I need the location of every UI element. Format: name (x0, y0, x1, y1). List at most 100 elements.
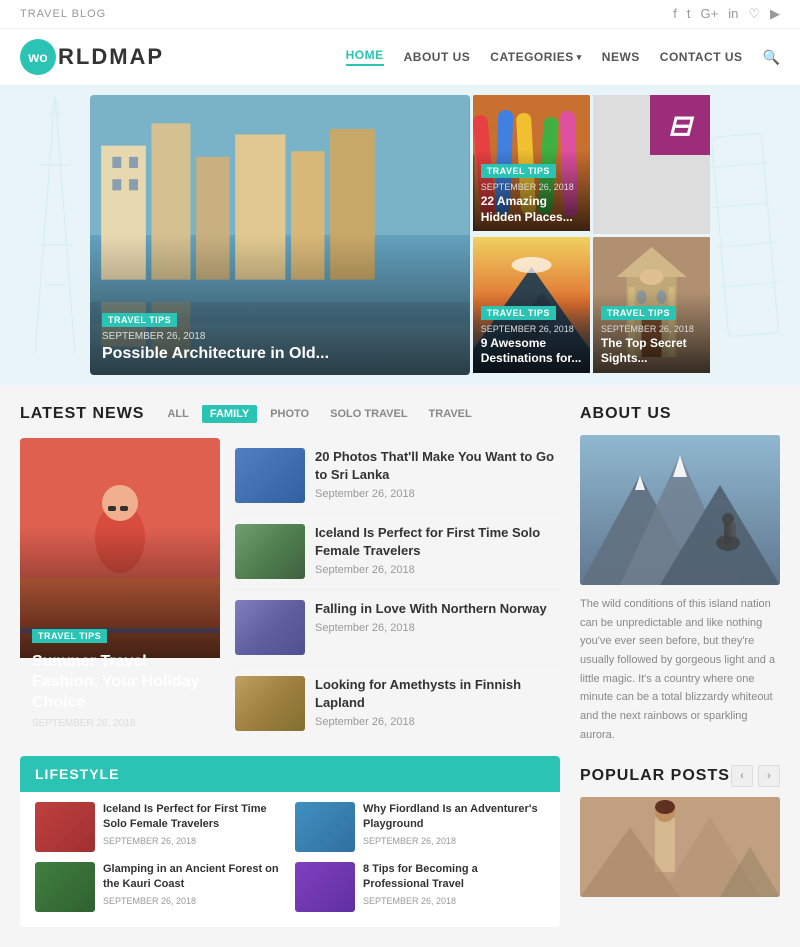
hero-small-title-2: 9 Awesome Destinations for... (481, 336, 582, 367)
news-item-date-4: September 26, 2018 (315, 716, 560, 728)
about-image (580, 435, 780, 585)
news-item-content-3: Falling in Love With Northern Norway Sep… (315, 600, 560, 634)
news-item-4[interactable]: Looking for Amethysts in Finnish Lapland… (235, 666, 560, 741)
hero-main-article[interactable]: TRAVEL TIPS SEPTEMBER 26, 2018 Possible … (90, 95, 470, 375)
hero-main-title: Possible Architecture in Old... (102, 345, 458, 363)
filter-tabs: ALL FAMILY PHOTO SOLO TRAVEL TRAVEL (159, 405, 479, 423)
news-featured-tag: TRAVEL TIPS (32, 629, 107, 643)
hero-sidebar: ⊟ (473, 95, 710, 375)
lifestyle-item-1[interactable]: Iceland Is Perfect for First Time Solo F… (35, 802, 285, 852)
news-item-1[interactable]: 20 Photos That'll Make You Want to Go to… (235, 438, 560, 514)
news-featured-date: SEPTEMBER 26, 2018 (32, 718, 208, 729)
hero-small-date-3: SEPTEMBER 26, 2018 (601, 324, 702, 334)
nav-contact[interactable]: CONTACT US (660, 50, 743, 64)
latest-news-title: LATEST NEWS (20, 405, 144, 423)
categories-arrow-icon: ▾ (577, 52, 582, 63)
news-featured-title: Summer Travel Fashion, Your Holiday Choi… (32, 652, 208, 714)
main-nav: HOME ABOUT US CATEGORIES ▾ NEWS CONTACT … (346, 48, 780, 66)
nav-about[interactable]: ABOUT US (404, 50, 471, 64)
news-item-title-1: 20 Photos That'll Make You Want to Go to… (315, 448, 560, 484)
hero-small-tag-3: TRAVEL TIPS (601, 306, 676, 320)
news-item-date-3: September 26, 2018 (315, 622, 560, 634)
filter-travel[interactable]: TRAVEL (421, 405, 480, 423)
youtube-icon[interactable]: ▶ (770, 6, 780, 22)
about-text: The wild conditions of this island natio… (580, 595, 780, 745)
lifestyle-item-date-3: SEPTEMBER 26, 2018 (103, 896, 285, 906)
filter-solo-travel[interactable]: SOLO TRAVEL (322, 405, 415, 423)
popular-next-button[interactable]: › (758, 765, 780, 787)
filter-photo[interactable]: PHOTO (262, 405, 317, 423)
news-featured-caption: TRAVEL TIPS Summer Travel Fashion, Your … (20, 614, 220, 741)
hero-small-title-3: The Top Secret Sights... (601, 336, 702, 367)
filter-all[interactable]: ALL (159, 405, 196, 423)
linkedin-icon[interactable]: in (728, 6, 738, 22)
search-icon[interactable]: 🔍 (763, 49, 780, 66)
news-item-content-2: Iceland Is Perfect for First Time Solo F… (315, 524, 560, 576)
hero-small-article-1[interactable]: TRAVEL TIPS SEPTEMBER 26, 2018 22 Amazin… (473, 95, 590, 234)
news-featured-article[interactable]: TRAVEL TIPS Summer Travel Fashion, Your … (20, 438, 220, 741)
logo-icon: wo (20, 39, 56, 75)
facebook-icon[interactable]: f (673, 6, 677, 22)
hero-small-tag-2: TRAVEL TIPS (481, 306, 556, 320)
twitter-icon[interactable]: t (687, 6, 691, 22)
lifestyle-item-2[interactable]: Why Fiordland Is an Adventurer's Playgro… (295, 802, 545, 852)
lifestyle-item-title-1: Iceland Is Perfect for First Time Solo F… (103, 802, 285, 833)
hero-small-article-3[interactable]: TRAVEL TIPS SEPTEMBER 26, 2018 The Top S… (593, 237, 710, 376)
popular-post-image[interactable] (580, 797, 780, 897)
news-list: 20 Photos That'll Make You Want to Go to… (235, 438, 560, 741)
nav-news[interactable]: NEWS (602, 50, 640, 64)
popular-section: POPULAR POSTS ‹ › (580, 765, 780, 897)
nav-home[interactable]: HOME (346, 48, 384, 66)
popular-header: POPULAR POSTS ‹ › (580, 765, 780, 787)
main-left-column: LATEST NEWS ALL FAMILY PHOTO SOLO TRAVEL… (20, 405, 560, 927)
news-item-thumb-4 (235, 676, 305, 731)
lifestyle-text-3: Glamping in an Ancient Forest on the Kau… (103, 862, 285, 906)
hero-small-article-2[interactable]: TRAVEL TIPS SEPTEMBER 26, 2018 9 Awesome… (473, 237, 590, 376)
lifestyle-content: Iceland Is Perfect for First Time Solo F… (20, 792, 560, 927)
logo-text: RLDMAP (58, 44, 164, 70)
news-item-thumb-2 (235, 524, 305, 579)
news-item-3[interactable]: Falling in Love With Northern Norway Sep… (235, 590, 560, 666)
lifestyle-header-bar: LIFESTYLE (20, 756, 560, 792)
elementor-badge[interactable]: ⊟ (650, 95, 710, 155)
popular-prev-button[interactable]: ‹ (731, 765, 753, 787)
hero-small-caption-1: TRAVEL TIPS SEPTEMBER 26, 2018 22 Amazin… (473, 153, 590, 233)
news-item-thumb-3 (235, 600, 305, 655)
lifestyle-item-date-2: SEPTEMBER 26, 2018 (363, 836, 545, 846)
news-item-2[interactable]: Iceland Is Perfect for First Time Solo F… (235, 514, 560, 590)
lifestyle-item-date-1: SEPTEMBER 26, 2018 (103, 836, 285, 846)
about-title: ABOUT US (580, 405, 780, 423)
hero-small-date-1: SEPTEMBER 26, 2018 (481, 182, 582, 192)
nav-categories[interactable]: CATEGORIES ▾ (490, 50, 581, 64)
news-item-date-2: September 26, 2018 (315, 564, 560, 576)
googleplus-icon[interactable]: G+ (701, 6, 719, 22)
about-section: ABOUT US (580, 405, 780, 745)
news-item-title-3: Falling in Love With Northern Norway (315, 600, 560, 618)
top-bar-label: TRAVEL BLOG (20, 8, 106, 20)
lifestyle-item-4[interactable]: 8 Tips for Becoming a Professional Trave… (295, 862, 545, 912)
news-item-title-4: Looking for Amethysts in Finnish Lapland (315, 676, 560, 712)
social-icons: f t G+ in ♡ ▶ (673, 6, 780, 22)
pinterest-icon[interactable]: ♡ (748, 6, 760, 22)
hero-small-title-1: 22 Amazing Hidden Places... (481, 194, 582, 225)
hero-main-tag: TRAVEL TIPS (102, 313, 177, 327)
filter-family[interactable]: FAMILY (202, 405, 257, 423)
main-content: LATEST NEWS ALL FAMILY PHOTO SOLO TRAVEL… (0, 385, 800, 947)
logo[interactable]: wo RLDMAP (20, 39, 164, 75)
hero-small-date-2: SEPTEMBER 26, 2018 (481, 324, 582, 334)
hero-main-date: SEPTEMBER 26, 2018 (102, 331, 458, 342)
lifestyle-grid: Iceland Is Perfect for First Time Solo F… (35, 802, 545, 912)
hero-section: TRAVEL TIPS SEPTEMBER 26, 2018 Possible … (0, 85, 800, 385)
top-bar: TRAVEL BLOG f t G+ in ♡ ▶ (0, 0, 800, 29)
lifestyle-thumb-1 (35, 802, 95, 852)
hero-small-tag-1: TRAVEL TIPS (481, 164, 556, 178)
lifestyle-title: LIFESTYLE (35, 766, 119, 782)
lifestyle-item-title-4: 8 Tips for Becoming a Professional Trave… (363, 862, 545, 893)
lifestyle-text-2: Why Fiordland Is an Adventurer's Playgro… (363, 802, 545, 846)
lifestyle-wrapper: LIFESTYLE Iceland Is Perfect for First T… (20, 756, 560, 927)
lifestyle-item-3[interactable]: Glamping in an Ancient Forest on the Kau… (35, 862, 285, 912)
popular-nav: ‹ › (731, 765, 780, 787)
lifestyle-thumb-2 (295, 802, 355, 852)
latest-news-header: LATEST NEWS ALL FAMILY PHOTO SOLO TRAVEL… (20, 405, 560, 423)
elementor-icon: ⊟ (668, 109, 691, 142)
